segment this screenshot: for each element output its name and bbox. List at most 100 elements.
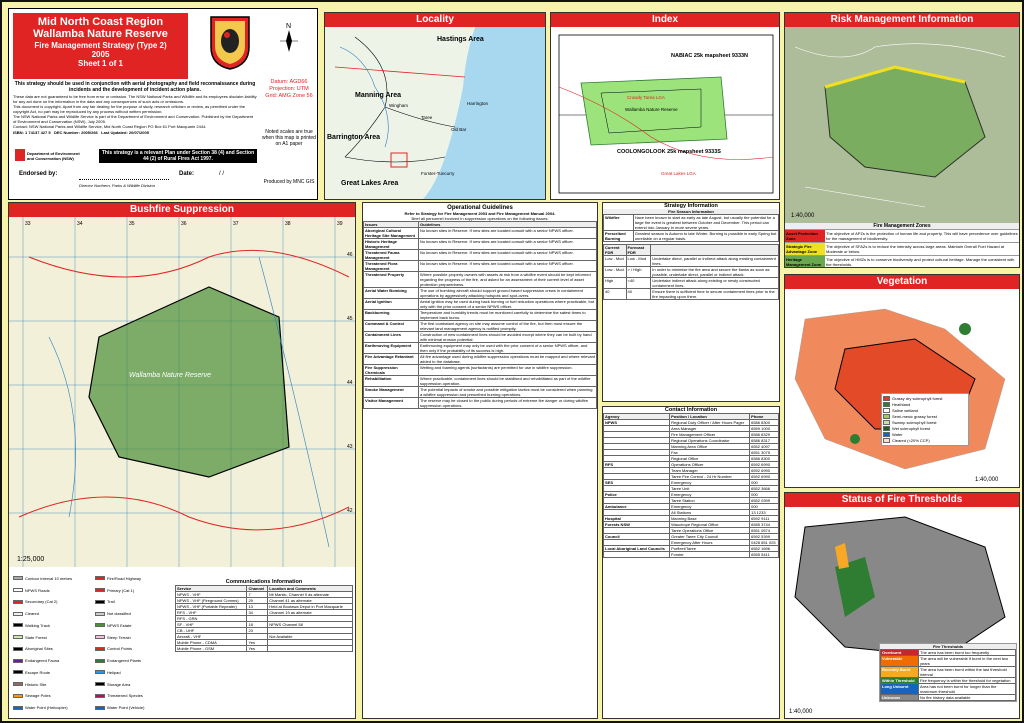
legend-swatch [13, 693, 23, 698]
index-label-crowdy: Crowdy Tarea LGA [627, 95, 665, 100]
region-title: Mid North Coast Region [37, 16, 164, 28]
contact-line: Contact: NSW National Parks and Wildlife… [13, 124, 207, 129]
north-arrow-icon: N [277, 21, 301, 57]
threshold-status: Within Threshold [880, 677, 919, 684]
legend-swatch [13, 682, 23, 687]
legend-swatch [13, 576, 23, 581]
legend-swatch [95, 576, 105, 581]
zone-name: Asset Protection Zone [785, 230, 825, 242]
zone-row: Asset Protection Zone The objective of AP… [785, 229, 1019, 242]
reserve-title: Wallamba Nature Reserve [33, 28, 168, 40]
veg-legend-item: Saline wetland [883, 408, 967, 413]
ffdi-table: Current FDR Forecast FDR Low - Mod Low - Mo… [603, 244, 779, 300]
bushfire-scale: 1:25,000 [17, 556, 44, 563]
table-cell: Undertake indirect attack along existing… [650, 277, 779, 289]
table-row: Aerial Ignition Aerial ignition may be us… [363, 298, 597, 310]
legend-item: Threatened Species [95, 691, 173, 702]
threshold-desc: Area has not been burnt for longer than … [918, 683, 1016, 695]
table-cell: The reserve may be closed to the public … [417, 397, 597, 409]
table-row: Smoke Management The potential impacts of… [363, 386, 597, 398]
threshold-row: Vulnerable The area will be vulnerable if… [880, 655, 1016, 667]
legend-item: Walking Track [13, 620, 91, 631]
index-label-reserve: Wallamba Nature Reserve [625, 107, 678, 112]
veg-legend-item: Semi-mesic grassy forest [883, 414, 967, 419]
scale-note: Noted scales are true when this map is p… [262, 129, 316, 147]
vegetation-panel: Vegetation 1:40,000 Grassy dry sclerophy… [784, 274, 1020, 488]
relevant-plan: This strategy is a relevant Plan under S… [99, 149, 257, 163]
legend-label: Endangered Plants [107, 658, 142, 664]
isbn: 1 74137 427 5 [25, 130, 51, 135]
locality-label-harrington: Harrington [467, 101, 489, 106]
northing-tick: 43 [347, 444, 353, 450]
table-row: Prescribed Burning Greatest season is Aut… [603, 230, 779, 242]
legend-swatch [13, 623, 23, 628]
threshold-status: Long Unburnt [880, 683, 919, 695]
isbn-label: ISBN: [13, 130, 24, 135]
legend-label: Sewage Poles [25, 693, 51, 699]
legend-swatch [95, 646, 105, 651]
vegetation-legend: Grassy dry sclerophyll forest Heathland Sa… [881, 393, 969, 446]
table-cell: NPWS - VHF (Portable Repeater) [174, 603, 248, 610]
legend-label: Steep Terrain [107, 634, 131, 640]
zone-name: Strategic Fire Advantage Zone [785, 243, 825, 255]
table-row: Forster 6555 5411 [603, 551, 779, 558]
index-label-great-lakes: Great Lakes LGA [661, 171, 696, 176]
legend-swatch [95, 588, 105, 593]
table-cell: Low - Mod [603, 266, 627, 278]
legend-label: Fire/Road Highway [107, 575, 142, 581]
northing-tick: 44 [347, 380, 353, 386]
veg-label: Swamp sclerophyll forest [892, 420, 937, 425]
table-cell: The first combatant agency on site may a… [417, 320, 597, 332]
legend-item: Storage Area [95, 679, 173, 690]
datum-block: Datum: AGD66 Projection: UTM Grid: AMG Z… [261, 79, 317, 100]
legend-item: Steep Terrain [95, 632, 173, 643]
table-cell: Aboriginal Cultural Heritage Site Manage… [363, 227, 419, 239]
index-map: NABIAC 25k mapsheet 9333N Crowdy Tarea L… [551, 27, 779, 199]
veg-legend-item: Swamp sclerophyll forest [883, 420, 967, 425]
table-cell: The potential impacts of smoke and possi… [417, 386, 597, 398]
table-row: Local Aboriginal Land Councils Purfleet/T… [603, 545, 779, 552]
table-row: Low - Mod > / High In order to minimise th… [603, 266, 779, 278]
table-cell: Aerial Ignition [363, 298, 419, 310]
poster-sheet: Mid North Coast Region Wallamba Nature R… [0, 0, 1024, 723]
date-value: / / [219, 171, 225, 177]
legend-swatch [95, 635, 105, 640]
table-cell: Wildfire [603, 214, 634, 231]
table-cell: Mobile Phone - GSM [174, 645, 248, 652]
legend-item: Secondary (Cat 2) [13, 597, 91, 608]
legend-item: Contour interval 10 metres [13, 573, 91, 584]
index-label-nabiac: NABIAC 25k mapsheet 9333N [671, 53, 748, 59]
table-row: Threatened Fauna Management No known site… [363, 249, 597, 261]
table-cell: Visitor Management [363, 397, 419, 409]
legend-item: Fire/Road Highway [95, 573, 173, 584]
northing-tick: 45 [347, 316, 353, 322]
veg-swatch [883, 408, 890, 413]
zone-desc: The objective of APZs is the protection … [826, 231, 1018, 241]
updated-label: Last Updated: [101, 130, 128, 135]
guidelines-table: Issues Guidelines Aboriginal Cultural Heri… [363, 221, 597, 409]
table-cell: Held at Bootawa Depot in Port Macquarie [267, 603, 353, 610]
datum: Datum: AGD66 [270, 79, 308, 85]
veg-swatch [883, 432, 890, 437]
table-cell: Historic Heritage Management [363, 238, 419, 250]
title-block: Mid North Coast Region Wallamba Nature R… [8, 8, 318, 200]
table-cell: Smoke Management [363, 386, 419, 398]
table-cell: Command & Control [363, 320, 419, 332]
table-row: High <40 Undertake indirect attack along e… [603, 277, 779, 289]
threshold-row: Long Unburnt Area has not been burnt for … [880, 683, 1016, 695]
table-cell: High [603, 277, 627, 289]
veg-legend-item: Wet sclerophyll forest [883, 426, 967, 431]
locality-label-barrington: Barrington Area [327, 134, 380, 141]
veg-swatch [883, 396, 890, 401]
strategy-title: Fire Management Strategy (Type 2) [34, 41, 167, 50]
table-header: Forecast FDR [625, 244, 652, 256]
table-cell: Threatened Fauna Management [363, 249, 419, 261]
legend-item: NPWS Estate [95, 620, 173, 631]
threshold-row: Recently Burnt The area has been burnt wi… [880, 666, 1016, 678]
legend-item: Helipad [95, 667, 173, 678]
notice-2: These data are not guaranteed to be free… [13, 94, 257, 104]
table-cell: <40 [625, 277, 652, 289]
table-cell: Earthmoving Equipment [363, 342, 419, 354]
threshold-row: Within Threshold Fire frequency is within… [880, 677, 1016, 684]
endorsement: Endorsed by: Date: / / Director Northern… [19, 171, 259, 188]
